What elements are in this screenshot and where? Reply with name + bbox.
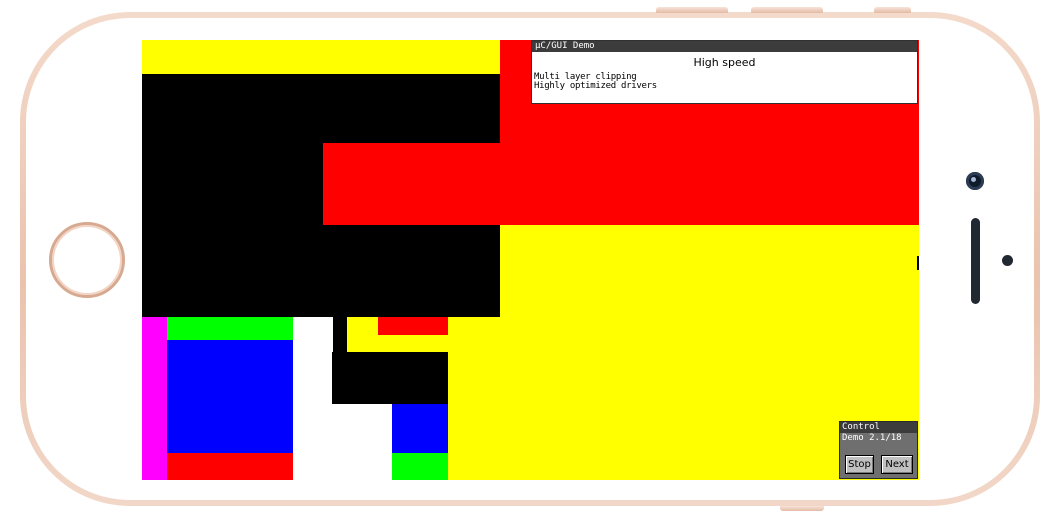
- front-camera-icon: [966, 172, 984, 190]
- demo-heading: High speed: [693, 56, 756, 69]
- earpiece-speaker: [971, 218, 980, 304]
- red-rect-small: [378, 317, 448, 335]
- white-rect-bottom: [333, 403, 392, 480]
- demo-window-title: µC/GUI Demo: [532, 41, 917, 52]
- lcd-screen: [142, 40, 919, 480]
- demo-info-window: µC/GUI Demo High speed Multi layer clipp…: [531, 40, 918, 104]
- magenta-strip: [142, 317, 167, 480]
- home-button[interactable]: [49, 222, 125, 298]
- blue-rect-small: [392, 404, 448, 453]
- control-window: Control Demo 2.1/18 Stop Next: [839, 421, 918, 479]
- blue-rect-left: [167, 340, 293, 453]
- demo-line-2: Highly optimized drivers: [534, 81, 657, 91]
- demo-progress-status: Demo 2.1/18: [842, 433, 902, 443]
- green-rect-top: [167, 317, 293, 340]
- next-button[interactable]: Next: [881, 455, 913, 474]
- red-rect-mid: [323, 143, 919, 225]
- black-tick-right: [917, 256, 919, 270]
- power-button: [780, 506, 824, 511]
- volume-down-button: [751, 7, 823, 13]
- black-rect-small: [332, 352, 448, 404]
- volume-up-button: [656, 7, 728, 13]
- proximity-sensor: [1002, 255, 1013, 266]
- control-window-title: Control: [840, 422, 917, 433]
- yellow-rect-top: [142, 40, 516, 74]
- stop-button[interactable]: Stop: [845, 455, 874, 474]
- green-rect-small: [392, 453, 448, 480]
- red-rect-bottom: [167, 453, 293, 480]
- mute-switch: [874, 7, 911, 13]
- white-column: [293, 317, 333, 480]
